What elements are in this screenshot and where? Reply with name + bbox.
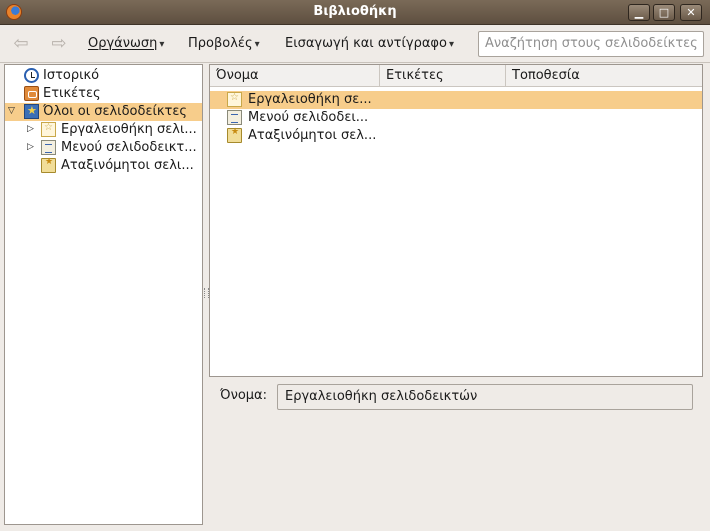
main-area: Ιστορικό Ετικέτες ▽ Όλοι οι σελιδοδείκτε… [0, 63, 710, 531]
folder-star-icon [24, 104, 39, 119]
column-header-location[interactable]: Τοποθεσία [506, 65, 702, 87]
list-item-name: Αταξινόμητοι σελ... [248, 128, 377, 143]
sidebar-item-all-bookmarks[interactable]: ▽ Όλοι οι σελιδοδείκτες [5, 103, 202, 121]
collapsed-twisty-icon[interactable]: ▷ [27, 142, 37, 152]
tag-icon [24, 86, 39, 101]
bookmarks-list[interactable]: Όνομα Ετικέτες Τοποθεσία Εργαλειοθήκη σε… [209, 64, 703, 377]
menu-folder-icon [227, 110, 242, 125]
sidebar-item-history[interactable]: Ιστορικό [5, 67, 202, 85]
views-label: Προβολές [188, 36, 253, 51]
maximize-button[interactable]: □ [653, 4, 675, 21]
list-item-name: Εργαλειοθήκη σε... [248, 92, 372, 107]
title-bar[interactable]: Βιβλιοθήκη ▁ □ ✕ [0, 0, 710, 25]
sidebar-item-label: Ιστορικό [43, 68, 100, 83]
organize-menu-button[interactable]: Οργάνωση ▾ [88, 36, 164, 51]
back-arrow-icon[interactable]: ⇦ [10, 35, 32, 53]
sidebar-item-label: Μενού σελιδοδεικτ... [61, 140, 197, 155]
expanded-twisty-icon[interactable]: ▽ [8, 106, 18, 116]
sidebar-tree[interactable]: Ιστορικό Ετικέτες ▽ Όλοι οι σελιδοδείκτε… [4, 64, 203, 525]
chevron-down-icon: ▾ [159, 39, 165, 50]
clock-icon [24, 68, 39, 83]
name-field-label: Όνομα: [220, 388, 267, 403]
sidebar-item-bookmarks-menu[interactable]: ▷ Μενού σελιδοδεικτ... [5, 139, 202, 157]
sidebar-item-unsorted-bookmarks[interactable]: Αταξινόμητοι σελι... [5, 157, 202, 175]
list-item-name: Μενού σελιδοδει... [248, 110, 369, 125]
import-backup-label: Εισαγωγή και αντίγραφο [285, 36, 447, 51]
list-item[interactable]: Μενού σελιδοδει... [210, 109, 702, 127]
search-input[interactable]: Αναζήτηση στους σελιδοδείκτες [478, 31, 704, 57]
menu-folder-icon [41, 140, 56, 155]
close-button[interactable]: ✕ [680, 4, 702, 21]
sidebar-item-bookmarks-toolbar[interactable]: ▷ Εργαλειοθήκη σελι... [5, 121, 202, 139]
sidebar-item-tags[interactable]: Ετικέτες [5, 85, 202, 103]
window-title: Βιβλιοθήκη [313, 4, 397, 19]
sidebar-item-label: Αταξινόμητοι σελι... [61, 158, 194, 173]
toolbar-folder-icon [227, 92, 242, 107]
list-item[interactable]: Εργαλειοθήκη σε... [210, 91, 702, 109]
minimize-button[interactable]: ▁ [628, 4, 650, 21]
chevron-down-icon: ▾ [448, 39, 454, 50]
toolbar: ⇦ ⇨ Οργάνωση ▾ Προβολές ▾ Εισαγωγή και αντ… [0, 25, 710, 63]
name-field[interactable]: Εργαλειοθήκη σελιδοδεικτών [277, 384, 693, 410]
list-item[interactable]: Αταξινόμητοι σελ... [210, 127, 702, 145]
column-headers: Όνομα Ετικέτες Τοποθεσία [210, 65, 702, 87]
views-menu-button[interactable]: Προβολές ▾ [188, 36, 260, 51]
sidebar-item-label: Εργαλειοθήκη σελι... [61, 122, 197, 137]
sidebar-item-label: Ετικέτες [43, 86, 101, 101]
unsorted-bookmarks-icon [41, 157, 56, 173]
toolbar-folder-icon [41, 122, 56, 137]
unsorted-bookmarks-icon [227, 127, 242, 143]
chevron-down-icon: ▾ [254, 39, 260, 50]
organize-label: Οργάνωση [88, 36, 158, 51]
column-header-tags[interactable]: Ετικέτες [380, 65, 506, 87]
import-backup-menu-button[interactable]: Εισαγωγή και αντίγραφο ▾ [285, 36, 454, 51]
column-header-name[interactable]: Όνομα [210, 65, 380, 87]
collapsed-twisty-icon[interactable]: ▷ [27, 124, 37, 134]
forward-arrow-icon[interactable]: ⇨ [48, 35, 70, 53]
pane-splitter-handle[interactable] [203, 288, 209, 298]
sidebar-item-label: Όλοι οι σελιδοδείκτες [43, 104, 188, 119]
